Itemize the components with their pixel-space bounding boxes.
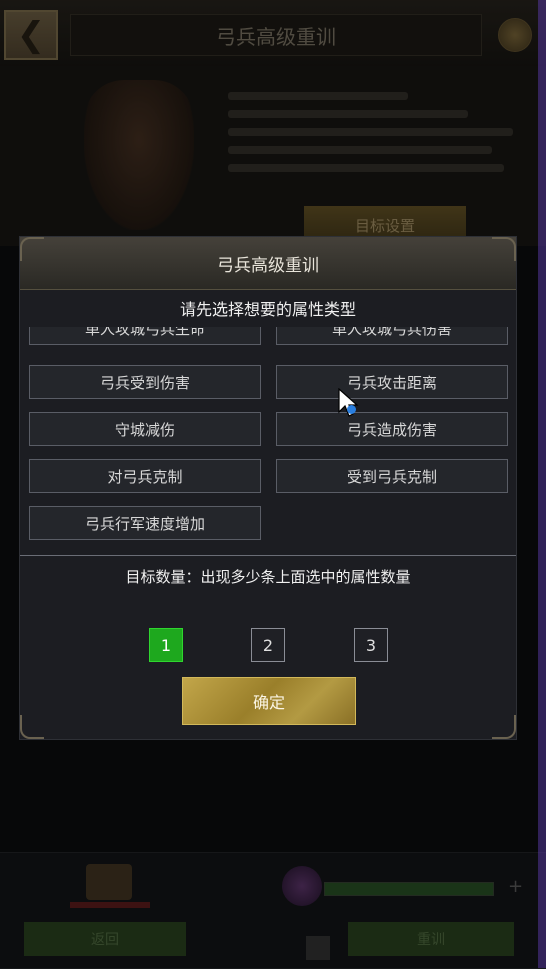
divider <box>20 555 516 556</box>
target-count-label: 目标数量：出现多少条上面选中的属性数量 <box>125 567 411 586</box>
count-option-2[interactable]: 2 <box>251 628 285 662</box>
option-countered-by-archer[interactable]: 受到弓兵克制 <box>276 459 508 493</box>
option-archer-damage-dealt[interactable]: 弓兵造成伤害 <box>276 412 508 446</box>
attribute-type-prompt: 请先选择想要的属性类型 <box>179 300 356 319</box>
corner-ornament-icon <box>492 715 516 739</box>
window-edge <box>538 0 546 968</box>
option-archer-damage-taken[interactable]: 弓兵受到伤害 <box>29 365 261 399</box>
option-siege-archer-hp[interactable]: 单人攻城弓兵生命 <box>29 327 261 345</box>
option-archer-march-speed[interactable]: 弓兵行军速度增加 <box>29 506 261 540</box>
touch-indicator-icon <box>347 405 356 414</box>
corner-ornament-icon <box>20 237 44 261</box>
training-dialog: 弓兵高级重训 请先选择想要的属性类型 单人攻城弓兵生命 单人攻城弓兵伤害 弓兵受… <box>19 236 517 740</box>
option-defense-damage-reduction[interactable]: 守城减伤 <box>29 412 261 446</box>
option-counter-archer[interactable]: 对弓兵克制 <box>29 459 261 493</box>
dialog-title: 弓兵高级重训 <box>217 255 319 276</box>
attribute-options-list[interactable]: 单人攻城弓兵生命 单人攻城弓兵伤害 弓兵受到伤害 弓兵攻击距离 守城减伤 弓兵造… <box>20 327 516 547</box>
option-archer-attack-range[interactable]: 弓兵攻击距离 <box>276 365 508 399</box>
corner-ornament-icon <box>492 237 516 261</box>
confirm-button[interactable]: 确定 <box>182 677 356 725</box>
option-siege-archer-damage[interactable]: 单人攻城弓兵伤害 <box>276 327 508 345</box>
count-option-3[interactable]: 3 <box>354 628 388 662</box>
count-option-1[interactable]: 1 <box>149 628 183 662</box>
corner-ornament-icon <box>20 715 44 739</box>
